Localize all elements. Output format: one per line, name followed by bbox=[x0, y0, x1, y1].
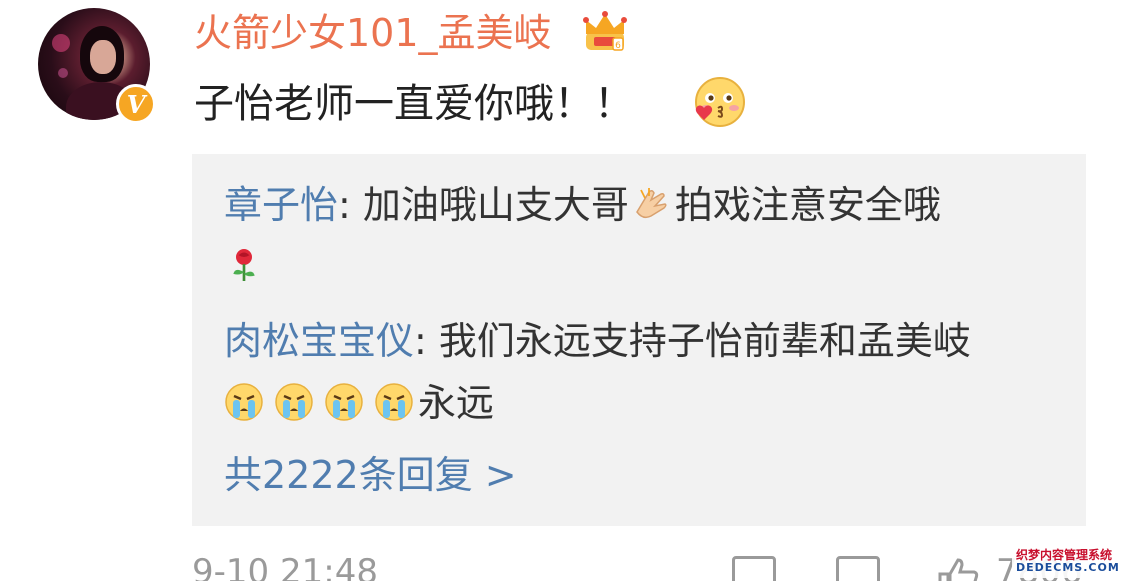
reply-text: 我们永远支持子怡前辈和孟美岐 bbox=[438, 319, 971, 363]
crying-face-emoji bbox=[275, 383, 313, 421]
reply-text: 拍戏注意安全哦 bbox=[674, 183, 941, 227]
username[interactable]: 火箭少女101_孟美岐 bbox=[194, 10, 552, 56]
reply-text: 永远 bbox=[418, 381, 495, 425]
share-icon[interactable] bbox=[732, 556, 776, 581]
svg-text:6: 6 bbox=[615, 41, 621, 51]
reply-line: 肉松宝宝仪: 我们永远支持子怡前辈和孟美岐 bbox=[224, 316, 971, 366]
verified-badge-icon: V bbox=[116, 84, 156, 124]
reply-preview-box[interactable]: 章子怡: 加油哦山支大哥 拍戏注意安全哦 肉松宝宝仪: 我们永远支持子怡前辈和孟… bbox=[192, 154, 1086, 526]
crying-face-emoji bbox=[325, 383, 363, 421]
reply-line-continuation: 永远 bbox=[224, 378, 494, 428]
site-watermark: 织梦内容管理系统 DEDECMS.COM bbox=[1012, 544, 1122, 578]
crown-member-icon[interactable]: 6 bbox=[580, 10, 630, 54]
crying-face-emoji bbox=[225, 383, 263, 421]
clap-hands-emoji bbox=[636, 188, 667, 219]
rose-emoji bbox=[233, 249, 255, 281]
timestamp: 9-10 21:48 bbox=[192, 552, 378, 581]
comment-icon[interactable] bbox=[836, 556, 880, 581]
thumbs-up-icon[interactable] bbox=[936, 556, 980, 581]
reply-line: 章子怡: 加油哦山支大哥 拍戏注意安全哦 bbox=[224, 180, 941, 230]
avatar-face bbox=[90, 40, 116, 74]
reply-separator: : bbox=[338, 183, 363, 227]
more-replies-link[interactable]: 共2222条回复 > bbox=[224, 450, 517, 500]
reply-author-name[interactable]: 肉松宝宝仪 bbox=[224, 319, 414, 363]
reply-separator: : bbox=[414, 319, 439, 363]
reply-text: 加油哦山支大哥 bbox=[362, 183, 629, 227]
avatar-container[interactable]: V bbox=[38, 8, 156, 124]
crying-face-emoji bbox=[375, 383, 413, 421]
watermark-domain: DEDECMS.COM bbox=[1016, 561, 1120, 574]
avatar-light-spot bbox=[58, 68, 68, 78]
kiss-heart-emoji bbox=[695, 77, 745, 127]
avatar-light-spot bbox=[52, 34, 70, 52]
comment-text: 子怡老师一直爱你哦！！ bbox=[194, 81, 634, 127]
reply-author-name[interactable]: 章子怡 bbox=[224, 183, 338, 227]
comment-footer: 9-10 21:48 7806 bbox=[0, 552, 1125, 581]
